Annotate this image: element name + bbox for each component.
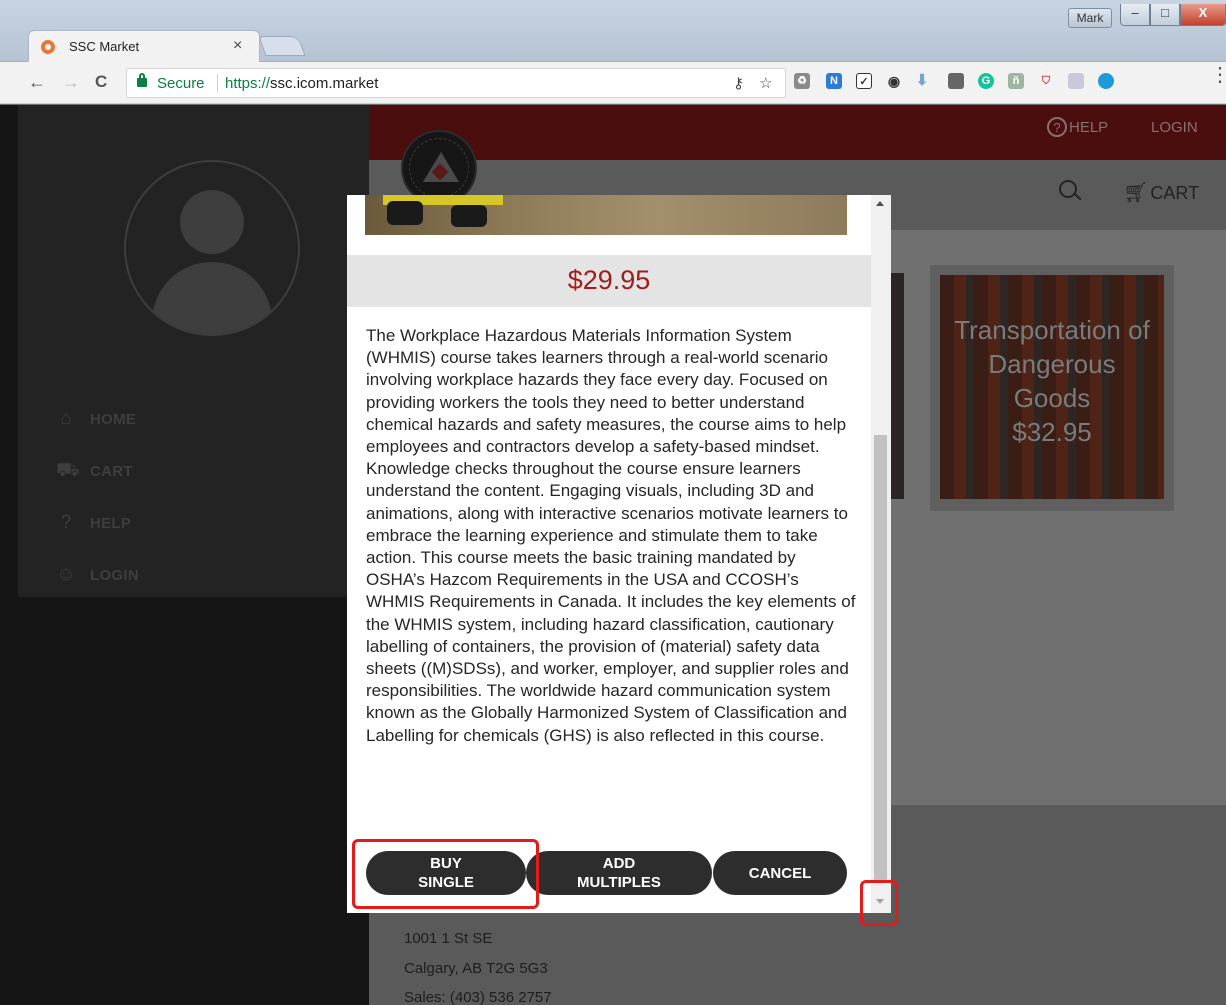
product-card-price: $32.95 — [1012, 417, 1092, 447]
sidebar-item-label: CART — [90, 463, 133, 480]
top-bar: ? HELP LOGIN — [369, 105, 1226, 160]
url-host: ssc.icom.market — [270, 75, 379, 92]
secure-label: Secure — [157, 75, 205, 92]
browser-menu-icon[interactable]: ⋮ — [1210, 65, 1226, 85]
product-image-detail — [451, 205, 487, 227]
price-band: $29.95 — [347, 255, 871, 307]
avatar-head-shape — [180, 190, 244, 254]
product-description: The Workplace Hazardous Materials Inform… — [366, 326, 856, 745]
key-icon[interactable]: ⚷ — [733, 74, 744, 92]
minimize-button[interactable]: – — [1120, 4, 1150, 26]
sidebar-item-cart[interactable]: ⛟ CART — [18, 447, 369, 499]
cart-icon: 🛒︎ — [1123, 182, 1149, 204]
buy-single-button[interactable]: BUY SINGLE — [366, 851, 526, 895]
avatar-body-shape — [152, 262, 272, 334]
account-icon: ☺ — [56, 564, 76, 585]
eye-extension-icon[interactable]: ◉ — [886, 73, 902, 89]
recycle-extension-icon[interactable]: ♻ — [794, 73, 810, 89]
cart-link-label: CART — [1150, 183, 1200, 203]
lock-icon — [137, 73, 147, 87]
close-tab-icon[interactable]: × — [233, 37, 242, 55]
footer-address-line: 1001 1 St SE — [404, 930, 493, 947]
reload-icon[interactable]: C — [95, 72, 107, 92]
product-image — [365, 195, 847, 235]
help-link-label: HELP — [1069, 119, 1109, 136]
footer-address-line: Calgary, AB T2G 5G3 — [404, 960, 548, 977]
sidebar-item-label: LOGIN — [90, 567, 139, 584]
download-extension-icon[interactable]: ⬇ — [914, 73, 930, 89]
cancel-button[interactable]: CANCEL — [713, 851, 847, 895]
avatar — [124, 160, 300, 336]
profile-button[interactable]: Mark — [1068, 8, 1112, 28]
grammarly-extension-icon[interactable]: G — [978, 73, 994, 89]
cloud-extension-icon[interactable] — [1098, 73, 1114, 89]
browser-tab[interactable]: SSC Market × — [28, 30, 260, 62]
product-card[interactable]: Transportation of Dangerous Goods $32.95 — [930, 265, 1174, 511]
help-link[interactable]: ? HELP — [1047, 117, 1108, 137]
checkbox-extension-icon[interactable]: ✓ — [856, 73, 872, 89]
url-divider — [217, 74, 218, 92]
url-scheme: https:// — [225, 75, 271, 92]
modal-scrollbar[interactable] — [871, 195, 891, 913]
product-price: $29.95 — [567, 265, 651, 295]
tab-title: SSC Market — [69, 39, 140, 54]
pdf-extension-icon[interactable] — [1068, 73, 1084, 89]
login-link[interactable]: LOGIN — [1151, 119, 1198, 136]
product-card-title-line: Transportation of — [954, 315, 1150, 345]
product-card-title-line: Goods — [1013, 383, 1091, 413]
browser-toolbar: ← → C Secure https://ssc.icom.market ⚷ ☆… — [0, 62, 1226, 104]
search-icon[interactable] — [1059, 180, 1077, 198]
sidebar-item-label: HELP — [90, 515, 132, 532]
product-card-title-line: Dangerous — [988, 349, 1116, 379]
help-icon: ? — [60, 512, 72, 533]
translate-extension-icon[interactable]: ñ — [1008, 73, 1024, 89]
square-extension-icon[interactable] — [948, 73, 964, 89]
back-arrow-icon[interactable]: ← — [28, 72, 46, 93]
sidebar-nav: ⌂ HOME ⛟ CART ? HELP ☺ LOGIN — [18, 395, 369, 603]
new-extension-icon[interactable]: N — [826, 73, 842, 89]
browser-titlebar: Mark – □ X SSC Market × — [0, 0, 1226, 62]
bookmark-star-icon[interactable]: ☆ — [759, 74, 772, 92]
filter-extension-icon[interactable]: ⛉ — [1038, 73, 1054, 89]
buy-single-button-line: SINGLE — [418, 874, 474, 891]
help-circle-icon: ? — [1047, 117, 1067, 137]
sidebar-item-login[interactable]: ☺ LOGIN — [18, 551, 369, 603]
new-tab-button[interactable] — [258, 36, 306, 56]
address-bar[interactable]: Secure https://ssc.icom.market ⚷ ☆ — [126, 68, 786, 98]
forward-arrow-icon[interactable]: → — [62, 72, 80, 93]
add-multiples-button-line: ADD — [602, 855, 636, 872]
scrollbar-thumb[interactable] — [874, 435, 887, 881]
footer-sales-phone: Sales: (403) 536 2757 — [404, 989, 552, 1005]
add-multiples-button[interactable]: ADD MULTIPLES — [526, 851, 712, 895]
scroll-down-arrow-icon[interactable] — [876, 899, 884, 904]
home-icon: ⌂ — [60, 408, 72, 429]
product-modal: $29.95 The Workplace Hazardous Materials… — [347, 195, 891, 913]
sidebar: ⌂ HOME ⛟ CART ? HELP ☺ LOGIN — [0, 105, 369, 1005]
product-card-caption: Transportation of Dangerous Goods $32.95 — [930, 313, 1174, 449]
add-multiples-button-line: MULTIPLES — [577, 874, 661, 891]
sidebar-item-help[interactable]: ? HELP — [18, 499, 369, 551]
sidebar-item-home[interactable]: ⌂ HOME — [18, 395, 369, 447]
sidebar-item-label: HOME — [90, 411, 137, 428]
url-text[interactable]: https://ssc.icom.market — [225, 75, 378, 92]
cart-link[interactable]: 🛒︎ CART — [1123, 180, 1199, 205]
buy-single-button-line: BUY — [430, 855, 462, 872]
product-image-detail — [387, 201, 423, 225]
maximize-button[interactable]: □ — [1150, 4, 1180, 26]
close-window-button[interactable]: X — [1180, 4, 1226, 26]
sidebar-panel: ⌂ HOME ⛟ CART ? HELP ☺ LOGIN — [18, 105, 369, 597]
site-favicon-icon — [41, 40, 55, 54]
scroll-up-arrow-icon[interactable] — [876, 201, 884, 206]
cart-icon: ⛟ — [56, 460, 80, 481]
